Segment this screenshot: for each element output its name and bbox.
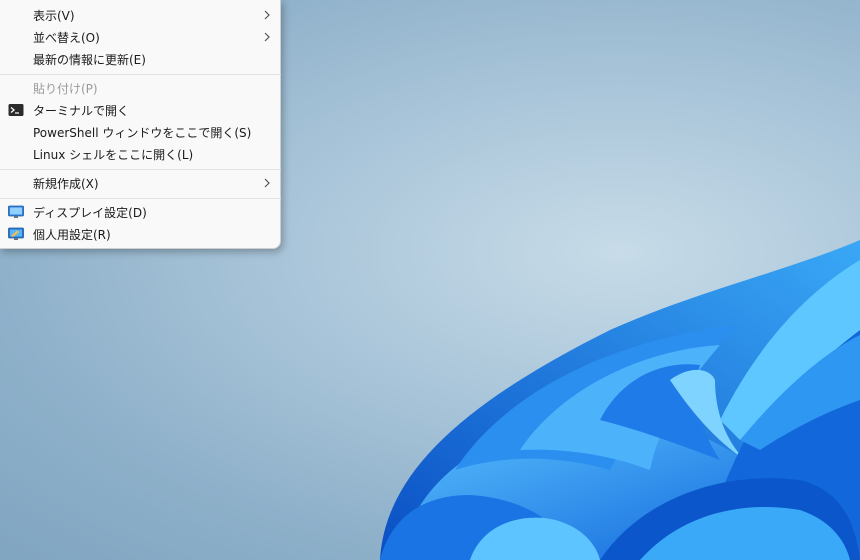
menu-item-label: 並べ替え(O) (33, 30, 100, 45)
personalize-icon (8, 227, 24, 240)
menu-item-open-linux-shell[interactable]: Linux シェルをここに開く(L) (0, 143, 281, 165)
menu-item-refresh[interactable]: 最新の情報に更新(E) (0, 48, 281, 70)
chevron-right-icon (264, 32, 270, 42)
menu-item-open-powershell[interactable]: PowerShell ウィンドウをここで開く(S) (0, 121, 281, 143)
menu-item-label: 個人用設定(R) (33, 227, 111, 242)
menu-item-new[interactable]: 新規作成(X) (0, 172, 281, 194)
menu-item-label: 表示(V) (33, 8, 75, 23)
menu-item-label: ディスプレイ設定(D) (33, 205, 147, 220)
menu-separator (0, 198, 281, 199)
chevron-right-icon (264, 178, 270, 188)
chevron-right-icon (264, 10, 270, 20)
menu-separator (0, 74, 281, 75)
display-settings-icon (8, 205, 24, 218)
menu-item-paste: 貼り付け(P) (0, 77, 281, 99)
menu-item-label: PowerShell ウィンドウをここで開く(S) (33, 125, 252, 140)
menu-item-label: ターミナルで開く (33, 103, 130, 118)
menu-item-open-terminal[interactable]: ターミナルで開く (0, 99, 281, 121)
menu-item-personalize[interactable]: 個人用設定(R) (0, 223, 281, 245)
menu-item-label: 貼り付け(P) (33, 81, 98, 96)
menu-item-sort[interactable]: 並べ替え(O) (0, 26, 281, 48)
menu-item-label: 最新の情報に更新(E) (33, 52, 146, 67)
menu-item-label: 新規作成(X) (33, 176, 99, 191)
menu-item-view[interactable]: 表示(V) (0, 4, 281, 26)
menu-item-label: Linux シェルをここに開く(L) (33, 147, 194, 162)
menu-item-display-settings[interactable]: ディスプレイ設定(D) (0, 201, 281, 223)
terminal-icon (8, 104, 24, 116)
desktop-context-menu: 表示(V) 並べ替え(O) 最新の情報に更新(E) 貼り付け(P) ターミナルで… (0, 0, 281, 249)
menu-separator (0, 169, 281, 170)
